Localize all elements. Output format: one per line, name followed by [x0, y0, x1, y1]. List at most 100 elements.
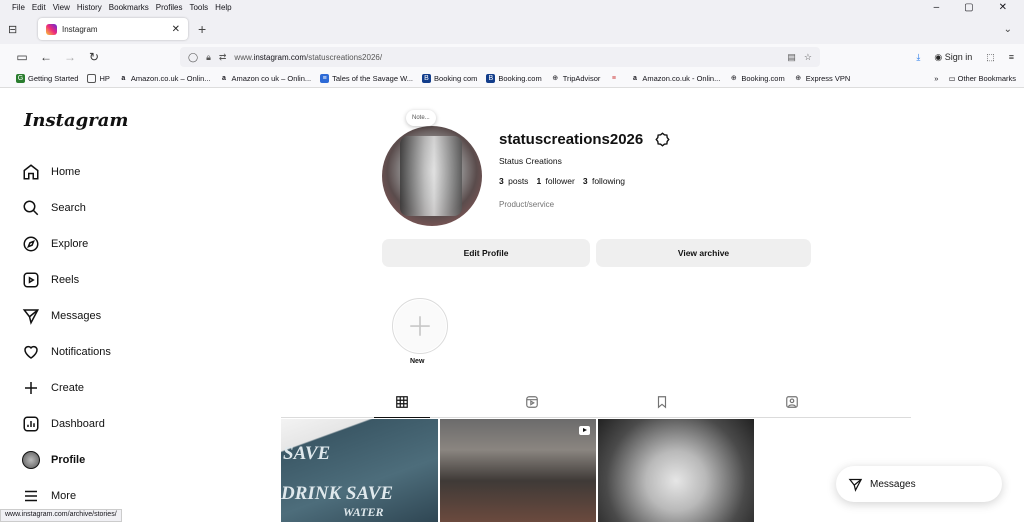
- shield-icon[interactable]: ◯: [188, 52, 198, 63]
- messages-button[interactable]: Messages: [836, 466, 1002, 502]
- bookmark-icon: [657, 396, 667, 409]
- bookmark-item[interactable]: a Amazon.co.uk – Onlin...: [119, 74, 210, 83]
- home-icon: [22, 163, 40, 181]
- bookmark-star-icon[interactable]: ☆: [804, 52, 812, 63]
- more-bookmarks-icon[interactable]: »: [934, 74, 938, 83]
- menu-help[interactable]: Help: [215, 3, 231, 12]
- maximize-button[interactable]: ▢: [964, 2, 973, 13]
- menu-tools[interactable]: Tools: [189, 3, 208, 12]
- menu-history[interactable]: History: [77, 3, 102, 12]
- following-link[interactable]: 3 following: [583, 176, 625, 186]
- download-icon[interactable]: ⤓: [916, 52, 920, 63]
- gear-icon[interactable]: [655, 132, 670, 152]
- post-text: WATER: [343, 505, 384, 519]
- document-icon: ≡: [320, 74, 330, 83]
- new-tab-button[interactable]: +: [198, 21, 206, 37]
- reader-view-icon[interactable]: ▤: [787, 52, 796, 63]
- bookmark-item[interactable]: HP: [87, 74, 110, 83]
- posts-count: 3 posts: [499, 176, 529, 186]
- minimize-button[interactable]: –: [934, 2, 940, 13]
- send-icon: [848, 478, 863, 492]
- sidebar-item-more[interactable]: More: [22, 486, 76, 506]
- lock-icon[interactable]: 🔒︎: [206, 52, 211, 63]
- bookmark-item[interactable]: ⊕ TripAdvisor: [551, 74, 601, 83]
- menu-edit[interactable]: Edit: [32, 3, 46, 12]
- post-thumbnail[interactable]: SAVE DRINK SAVE WATER: [281, 419, 438, 522]
- bookmark-label: Express VPN: [805, 74, 851, 83]
- bookmark-item[interactable]: G Getting Started: [16, 74, 78, 83]
- sidebar-item-search[interactable]: Search: [22, 198, 86, 218]
- profile-stats: 3 posts 1 follower 3 following: [499, 176, 625, 186]
- sidebar-item-label: Explore: [51, 238, 89, 250]
- tab-tagged[interactable]: [784, 394, 800, 410]
- menu-profiles[interactable]: Profiles: [156, 3, 183, 12]
- tab-list-icon[interactable]: ⊟: [8, 23, 30, 36]
- bookmark-item[interactable]: a Amazon co uk – Onlin...: [220, 74, 311, 83]
- reload-icon[interactable]: ↻: [82, 50, 106, 64]
- address-bar[interactable]: ◯ 🔒︎ ⇄ www. instagram.com/statuscreations…: [180, 47, 820, 67]
- sidebar-item-notifications[interactable]: Notifications: [22, 342, 111, 362]
- tagged-user-icon: [786, 396, 798, 408]
- bookmark-item[interactable]: B Booking com: [422, 74, 477, 83]
- sidebar-item-label: Search: [51, 202, 86, 214]
- menu-bar: File Edit View History Bookmarks Profile…: [0, 0, 1024, 14]
- bookmark-label: TripAdvisor: [562, 74, 601, 83]
- bookmark-label: Booking.com: [498, 74, 542, 83]
- tab-posts[interactable]: [374, 394, 430, 418]
- signin-button[interactable]: ◉ Sign in: [934, 52, 972, 63]
- post-thumbnail[interactable]: [598, 419, 754, 522]
- menu-view[interactable]: View: [53, 3, 70, 12]
- extensions-icon[interactable]: ⬚: [986, 52, 995, 63]
- bookmark-label: Amazon.co.uk - Onlin...: [642, 74, 721, 83]
- account-icon: ◉: [934, 51, 945, 62]
- messages-button-label: Messages: [870, 478, 916, 490]
- sidebar-toggle-icon[interactable]: ▭: [10, 50, 34, 64]
- other-bookmarks[interactable]: ▭ Other Bookmarks: [948, 74, 1016, 83]
- chevron-down-icon[interactable]: ⌄: [1004, 24, 1012, 35]
- send-icon: [22, 307, 40, 325]
- edit-profile-button[interactable]: Edit Profile: [382, 239, 590, 267]
- instagram-logo[interactable]: Instagram: [24, 110, 128, 131]
- sidebar-item-profile[interactable]: Profile: [22, 450, 85, 470]
- sidebar-item-create[interactable]: Create: [22, 378, 84, 398]
- close-window-button[interactable]: ✕: [999, 2, 1007, 13]
- amazon-icon: a: [632, 75, 637, 82]
- forward-icon[interactable]: →: [58, 50, 82, 64]
- post-thumbnail[interactable]: [440, 419, 596, 522]
- view-archive-button[interactable]: View archive: [596, 239, 811, 267]
- tab-instagram[interactable]: Instagram ✕: [38, 18, 188, 40]
- bookmarks-bar: G Getting Started HP a Amazon.co.uk – Onli…: [0, 70, 1024, 88]
- url-host: instagram.com: [253, 52, 307, 62]
- sidebar-item-messages[interactable]: Messages: [22, 306, 101, 326]
- sidebar-item-dashboard[interactable]: Dashboard: [22, 414, 105, 434]
- bookmark-item[interactable]: ≡ Tales of the Savage W...: [320, 74, 413, 83]
- note-bubble[interactable]: Note...: [406, 110, 436, 126]
- menu-file[interactable]: File: [12, 3, 25, 12]
- back-icon[interactable]: ←: [34, 50, 58, 64]
- bookmark-item[interactable]: B Booking.com: [486, 74, 542, 83]
- other-bookmarks-label: Other Bookmarks: [957, 74, 1016, 83]
- sidebar-item-home[interactable]: Home: [22, 162, 80, 182]
- permissions-icon[interactable]: ⇄: [219, 52, 227, 63]
- profile-avatar-large[interactable]: [382, 126, 482, 226]
- app-menu-icon[interactable]: ≡: [1009, 52, 1014, 62]
- chart-icon: [22, 415, 40, 433]
- followers-link[interactable]: 1 follower: [536, 176, 574, 186]
- sidebar-item-label: Messages: [51, 310, 102, 322]
- sidebar-item-label: Profile: [51, 454, 86, 466]
- bookmark-item[interactable]: ⊕ Express VPN: [794, 74, 851, 83]
- menu-bookmarks[interactable]: Bookmarks: [109, 3, 149, 12]
- heart-icon: [22, 343, 40, 361]
- sidebar-item-reels[interactable]: Reels: [22, 270, 79, 290]
- globe-icon: ⊕: [730, 75, 737, 82]
- sidebar-item-explore[interactable]: Explore: [22, 234, 88, 254]
- bookmark-item[interactable]: a Amazon.co.uk - Onlin...: [630, 74, 720, 83]
- bookmark-item[interactable]: ⊕ Booking.com: [729, 74, 785, 83]
- post-text: DRINK SAVE: [281, 483, 394, 504]
- tab-saved[interactable]: [654, 394, 670, 410]
- tab-close-icon[interactable]: ✕: [172, 24, 180, 35]
- folder-icon: ▭: [948, 74, 958, 83]
- bookmark-item[interactable]: ≡: [609, 74, 621, 83]
- tab-reels[interactable]: [524, 394, 540, 410]
- new-highlight-button[interactable]: [392, 298, 448, 354]
